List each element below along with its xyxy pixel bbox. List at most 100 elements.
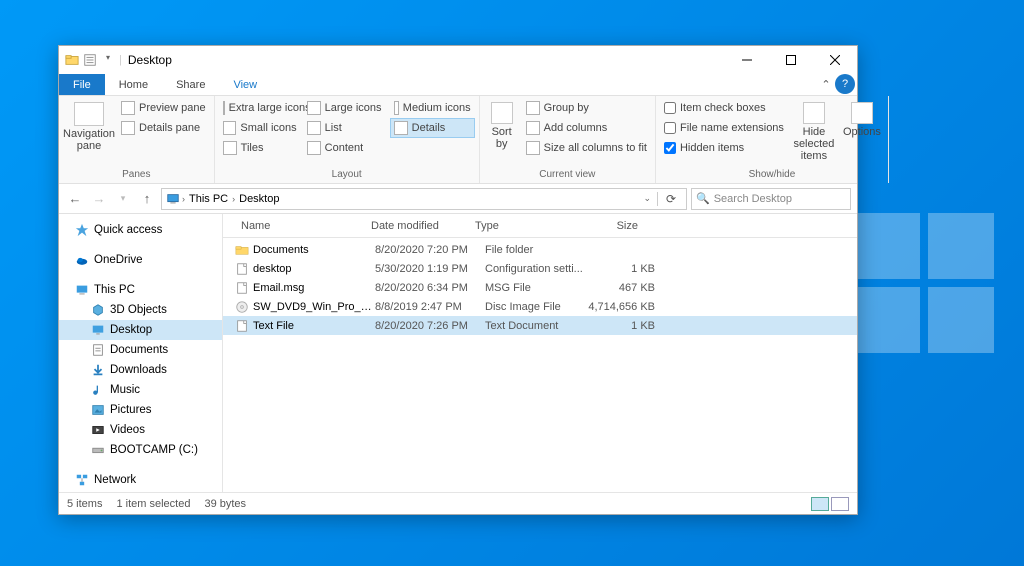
minimize-button[interactable]: [725, 46, 769, 74]
layout-list[interactable]: List: [303, 118, 388, 138]
status-selected: 1 item selected: [116, 498, 190, 510]
file-name: Documents: [249, 244, 375, 256]
file-row[interactable]: SW_DVD9_Win_Pro_10_...8/8/2019 2:47 PMDi…: [223, 297, 857, 316]
nav-onedrive[interactable]: OneDrive: [59, 250, 222, 270]
details-pane-icon: [121, 121, 135, 135]
refresh-button[interactable]: ⟳: [660, 188, 682, 210]
search-box[interactable]: 🔍 Search Desktop: [691, 188, 851, 210]
cloud-icon: [75, 253, 89, 267]
layout-small-icons[interactable]: Small icons: [219, 118, 301, 138]
layout-medium-icons[interactable]: Medium icons: [390, 98, 475, 118]
layout-details[interactable]: Details: [390, 118, 475, 138]
layout-large-icons[interactable]: Large icons: [303, 98, 388, 118]
hide-selected-button[interactable]: Hide selected items: [790, 98, 838, 166]
search-icon: 🔍: [696, 192, 710, 205]
file-list-area: Name Date modified Type Size Documents8/…: [223, 214, 857, 492]
medium-icons-icon: [394, 101, 399, 115]
options-icon: [851, 102, 873, 124]
details-pane-button[interactable]: Details pane: [117, 118, 210, 138]
sort-by-button[interactable]: Sort by: [484, 98, 520, 154]
nav-documents[interactable]: Documents: [59, 340, 222, 360]
show-hide-group-label: Show/hide: [660, 169, 884, 181]
file-date: 8/8/2019 2:47 PM: [375, 301, 485, 313]
nav-3d-objects[interactable]: 3D Objects: [59, 300, 222, 320]
drive-icon: [91, 443, 105, 457]
properties-icon[interactable]: [83, 53, 97, 67]
tab-home[interactable]: Home: [105, 74, 162, 95]
file-row[interactable]: Documents8/20/2020 7:20 PMFile folder: [223, 240, 857, 259]
group-by-button[interactable]: Group by: [522, 98, 651, 118]
layout-extra-large-icons[interactable]: Extra large icons: [219, 98, 301, 118]
folder-icon: [65, 53, 79, 67]
item-check-boxes-toggle[interactable]: Item check boxes: [660, 98, 788, 118]
column-date[interactable]: Date modified: [365, 220, 469, 232]
nav-videos[interactable]: Videos: [59, 420, 222, 440]
layout-content[interactable]: Content: [303, 138, 388, 158]
chevron-right-icon[interactable]: ›: [182, 194, 185, 204]
options-button[interactable]: Options: [840, 98, 884, 142]
status-bar: 5 items 1 item selected 39 bytes: [59, 492, 857, 514]
add-columns-button[interactable]: Add columns: [522, 118, 651, 138]
qat-customize-icon[interactable]: ▾: [101, 53, 115, 67]
help-button[interactable]: ?: [835, 74, 855, 94]
view-details-button[interactable]: [811, 497, 829, 511]
breadcrumb-this-pc[interactable]: This PC: [187, 193, 230, 205]
cube-icon: [91, 303, 105, 317]
size-columns-button[interactable]: Size all columns to fit: [522, 138, 651, 158]
file-date: 8/20/2020 7:20 PM: [375, 244, 485, 256]
view-thumbnails-button[interactable]: [831, 497, 849, 511]
column-size[interactable]: Size: [571, 220, 645, 232]
nav-network[interactable]: Network: [59, 470, 222, 490]
breadcrumb-desktop[interactable]: Desktop: [237, 193, 281, 205]
options-label: Options: [843, 126, 881, 138]
file-type: Disc Image File: [485, 301, 587, 313]
desktop-icon: [91, 323, 105, 337]
tab-view[interactable]: View: [219, 74, 271, 95]
recent-locations-button[interactable]: ▾: [113, 189, 133, 209]
breadcrumb[interactable]: › This PC › Desktop ⌄ ⟳: [161, 188, 687, 210]
hide-selected-icon: [803, 102, 825, 124]
file-size: 4,714,656 KB: [587, 301, 661, 313]
back-button[interactable]: ←: [65, 189, 85, 209]
music-icon: [91, 383, 105, 397]
column-headers: Name Date modified Type Size: [223, 214, 857, 238]
file-list[interactable]: Documents8/20/2020 7:20 PMFile folderdes…: [223, 238, 857, 492]
navigation-pane-label: Navigation pane: [63, 128, 115, 152]
file-size: 1 KB: [587, 320, 661, 332]
up-button[interactable]: ↑: [137, 189, 157, 209]
maximize-button[interactable]: [769, 46, 813, 74]
details-icon: [394, 121, 408, 135]
nav-quick-access[interactable]: Quick access: [59, 220, 222, 240]
navigation-pane-button[interactable]: Navigation pane: [63, 98, 115, 156]
preview-pane-button[interactable]: Preview pane: [117, 98, 210, 118]
file-row[interactable]: desktop5/30/2020 1:19 PMConfiguration se…: [223, 259, 857, 278]
address-dropdown-icon[interactable]: ⌄: [639, 193, 655, 204]
forward-button[interactable]: →: [89, 189, 109, 209]
sort-by-label: Sort by: [486, 126, 518, 150]
tab-share[interactable]: Share: [162, 74, 219, 95]
nav-desktop[interactable]: Desktop: [59, 320, 222, 340]
ribbon-body: Navigation pane Preview pane Details pan…: [59, 96, 857, 184]
nav-this-pc[interactable]: This PC: [59, 280, 222, 300]
file-row[interactable]: Text File8/20/2020 7:26 PMText Document1…: [223, 316, 857, 335]
navigation-pane: Quick access OneDrive This PC 3D Objects…: [59, 214, 223, 492]
tab-file[interactable]: File: [59, 74, 105, 95]
file-name: Text File: [249, 320, 375, 332]
layout-tiles[interactable]: Tiles: [219, 138, 301, 158]
ribbon-group-panes: Navigation pane Preview pane Details pan…: [59, 96, 215, 183]
current-view-group-label: Current view: [484, 169, 651, 181]
column-name[interactable]: Name: [235, 220, 365, 232]
nav-music[interactable]: Music: [59, 380, 222, 400]
nav-downloads[interactable]: Downloads: [59, 360, 222, 380]
nav-pictures[interactable]: Pictures: [59, 400, 222, 420]
small-icons-icon: [223, 121, 237, 135]
column-type[interactable]: Type: [469, 220, 571, 232]
file-size: 467 KB: [587, 282, 661, 294]
file-name-extensions-toggle[interactable]: File name extensions: [660, 118, 788, 138]
file-row[interactable]: Email.msg8/20/2020 6:34 PMMSG File467 KB: [223, 278, 857, 297]
hidden-items-toggle[interactable]: Hidden items: [660, 138, 788, 158]
close-button[interactable]: [813, 46, 857, 74]
nav-bootcamp-drive[interactable]: BOOTCAMP (C:): [59, 440, 222, 460]
chevron-right-icon[interactable]: ›: [232, 194, 235, 204]
ribbon-collapse-icon[interactable]: ⌃: [817, 74, 835, 95]
